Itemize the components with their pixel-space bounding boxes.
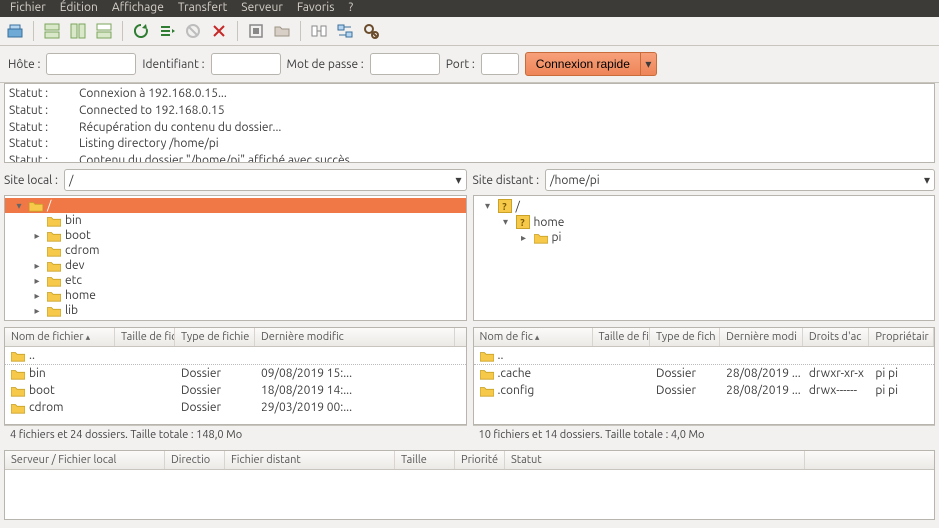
column-header[interactable]: Directio xyxy=(165,451,225,469)
column-header[interactable]: Taille xyxy=(395,451,455,469)
host-label: Hôte : xyxy=(8,58,40,71)
sitemanager-icon[interactable] xyxy=(4,20,26,42)
menubar: Fichier Édition Affichage Transfert Serv… xyxy=(0,0,939,17)
refresh-icon[interactable] xyxy=(130,20,152,42)
column-header[interactable]: Statut xyxy=(505,451,805,469)
reconnect-icon[interactable] xyxy=(245,20,267,42)
column-header[interactable]: Type de fich xyxy=(650,328,720,346)
ident-label: Identifiant : xyxy=(142,58,204,71)
list-item[interactable]: binDossier09/08/2019 15:... xyxy=(5,365,466,382)
column-header[interactable]: Dernière modi xyxy=(720,328,803,346)
quickconnect-dropdown[interactable]: ▾ xyxy=(641,52,657,76)
column-header[interactable]: Serveur / Fichier local xyxy=(5,451,165,469)
toolbar xyxy=(0,17,939,46)
column-header[interactable]: Dernière modific xyxy=(255,328,455,346)
user-input[interactable] xyxy=(211,53,281,75)
menu-item[interactable]: Transfert xyxy=(178,1,227,14)
pass-label: Mot de passe : xyxy=(287,58,364,71)
tree-row[interactable]: ▸dev xyxy=(5,258,466,273)
column-header[interactable]: Priorité xyxy=(455,451,505,469)
column-header[interactable]: Nom de fichier xyxy=(5,328,115,346)
column-header[interactable]: Taille de fic xyxy=(115,328,175,346)
remote-site-label: Site distant : xyxy=(473,174,540,187)
column-header[interactable]: Taille de fi xyxy=(593,328,650,346)
toggletree-icon[interactable] xyxy=(67,20,89,42)
list-item[interactable]: .. xyxy=(474,347,935,365)
filter-icon[interactable] xyxy=(360,20,382,42)
tree-row[interactable]: ▾?home xyxy=(474,214,935,230)
column-header[interactable]: Type de fichie xyxy=(175,328,255,346)
tree-row[interactable]: ▸pi xyxy=(474,230,935,245)
tree-row[interactable]: ▸etc xyxy=(5,273,466,288)
disconnect-icon[interactable] xyxy=(208,20,230,42)
remote-pane: Site distant : /home/pi▾ ▾?/▾?home▸pi xyxy=(473,169,936,321)
remote-tree[interactable]: ▾?/▾?home▸pi xyxy=(473,195,936,321)
port-input[interactable] xyxy=(481,53,519,75)
local-site-label: Site local : xyxy=(4,174,58,187)
tree-row[interactable]: cdrom xyxy=(5,243,466,258)
togglelog-icon[interactable] xyxy=(41,20,63,42)
port-label: Port : xyxy=(446,58,475,71)
compare-icon[interactable] xyxy=(308,20,330,42)
menu-item[interactable]: Serveur xyxy=(241,1,283,14)
menu-item[interactable]: Affichage xyxy=(112,1,164,14)
quickconnect-button[interactable]: Connexion rapide xyxy=(525,52,641,76)
local-tree[interactable]: ▾/bin▸bootcdrom▸dev▸etc▸home▸lib xyxy=(4,195,467,321)
menu-item[interactable]: Favoris xyxy=(297,1,335,14)
sync-browse-icon[interactable] xyxy=(334,20,356,42)
local-status: 4 fichiers et 24 dossiers. Taille totale… xyxy=(4,425,467,444)
processqueue-icon[interactable] xyxy=(156,20,178,42)
remote-path-combo[interactable]: /home/pi▾ xyxy=(545,169,935,191)
list-item[interactable]: bootDossier18/08/2019 14:... xyxy=(5,382,466,399)
quickconnect-bar: Hôte : Identifiant : Mot de passe : Port… xyxy=(0,46,939,83)
remote-filelist[interactable]: Nom de ficTaille de fiType de fichDerniè… xyxy=(473,327,936,425)
menu-item[interactable]: Édition xyxy=(60,1,98,14)
chevron-down-icon[interactable]: ▾ xyxy=(924,173,930,187)
tree-row[interactable]: ▾/ xyxy=(5,198,466,213)
list-item[interactable]: .cacheDossier28/08/2019 ...drwxr-xr-xpi … xyxy=(474,365,935,382)
menu-item[interactable]: ? xyxy=(348,1,353,14)
tree-row[interactable]: ▸boot xyxy=(5,228,466,243)
tree-row[interactable]: ▾?/ xyxy=(474,198,935,214)
list-item[interactable]: cdromDossier29/03/2019 00:... xyxy=(5,399,466,416)
transfer-queue[interactable]: Serveur / Fichier localDirectioFichier d… xyxy=(4,450,935,520)
column-header[interactable]: Droits d'ac xyxy=(803,328,869,346)
column-header[interactable]: Fichier distant xyxy=(225,451,395,469)
local-pane: Site local : /▾ ▾/bin▸bootcdrom▸dev▸etc▸… xyxy=(4,169,467,321)
column-header[interactable]: Nom de fic xyxy=(474,328,593,346)
remote-status: 10 fichiers et 14 dossiers. Taille total… xyxy=(473,425,936,444)
local-filelist[interactable]: Nom de fichierTaille de ficType de fichi… xyxy=(4,327,467,425)
cancel-icon[interactable] xyxy=(182,20,204,42)
tree-row[interactable]: bin xyxy=(5,213,466,228)
list-item[interactable]: .configDossier28/08/2019 ...drwx------pi… xyxy=(474,382,935,399)
menu-item[interactable]: Fichier xyxy=(10,1,46,14)
tree-row[interactable]: ▸lib xyxy=(5,303,466,318)
message-log[interactable]: Statut :Connexion à 192.168.0.15...Statu… xyxy=(4,83,935,163)
chevron-down-icon[interactable]: ▾ xyxy=(455,173,461,187)
column-header[interactable]: Propriétair xyxy=(869,328,934,346)
host-input[interactable] xyxy=(46,53,136,75)
local-path-combo[interactable]: /▾ xyxy=(64,169,467,191)
folder-icon[interactable] xyxy=(271,20,293,42)
list-item[interactable]: .. xyxy=(5,347,466,365)
togglequeue-icon[interactable] xyxy=(93,20,115,42)
password-input[interactable] xyxy=(370,53,440,75)
tree-row[interactable]: ▸home xyxy=(5,288,466,303)
